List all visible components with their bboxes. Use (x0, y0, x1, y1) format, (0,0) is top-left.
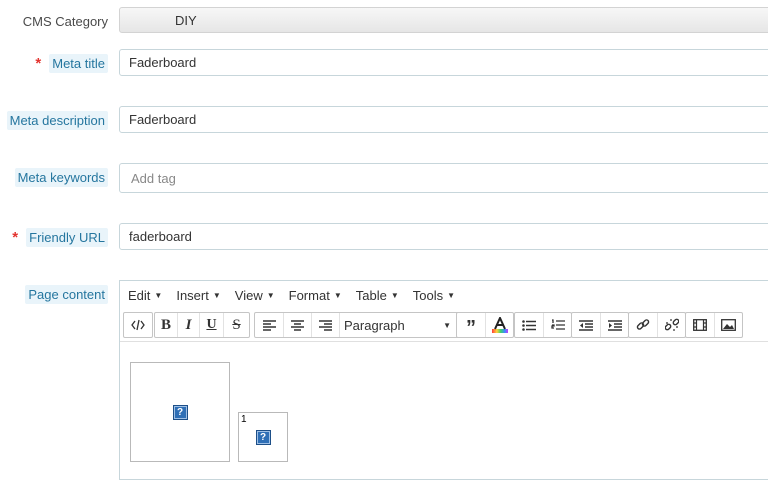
unlink-icon (664, 318, 679, 332)
toolbar-group-code (123, 312, 153, 338)
outdent-button[interactable] (572, 313, 600, 337)
friendly-url-label-text[interactable]: Friendly URL (26, 227, 108, 247)
meta-keywords-label-text[interactable]: Meta keywords (14, 167, 108, 187)
align-right-icon (319, 319, 332, 331)
italic-icon: I (185, 316, 192, 333)
menu-table[interactable]: Table ▼ (356, 288, 399, 303)
toolbar-group-quote: ” (456, 312, 514, 338)
table-cell-text: 1 (241, 414, 247, 425)
toolbar-group-links (628, 312, 686, 338)
bullet-list-button[interactable] (515, 313, 543, 337)
menu-insert-label: Insert (176, 288, 209, 303)
meta-description-input[interactable]: Faderboard (119, 106, 768, 133)
menu-edit-label: Edit (128, 288, 151, 303)
underline-button[interactable]: U (199, 313, 223, 337)
cms-category-label-text: CMS Category (22, 13, 108, 29)
broken-image-placeholder[interactable]: ? (130, 362, 230, 462)
toolbar-group-align: Paragraph ▼ (254, 312, 460, 338)
source-code-button[interactable] (124, 313, 152, 337)
caret-down-icon: ▼ (443, 320, 451, 330)
editor-content[interactable]: ? 1 ? (120, 342, 768, 479)
media-button[interactable] (686, 313, 714, 337)
menu-tools[interactable]: Tools ▼ (413, 288, 455, 303)
broken-image-icon: ? (255, 429, 271, 445)
strikethrough-button[interactable]: S (223, 313, 249, 337)
numbered-list-icon (550, 319, 565, 331)
bullet-list-icon (522, 319, 536, 331)
friendly-url-value: faderboard (129, 229, 192, 244)
meta-keywords-input[interactable]: Add tag (119, 163, 768, 193)
image-icon (721, 319, 736, 331)
meta-description-label: Meta description (6, 109, 108, 131)
outdent-icon (579, 319, 593, 331)
bold-button[interactable]: B (155, 313, 177, 337)
page-content-label: Page content (25, 283, 108, 305)
numbered-list-button[interactable] (543, 313, 571, 337)
blockquote-button[interactable]: ” (457, 313, 485, 339)
indent-button[interactable] (600, 313, 628, 337)
cms-category-value: DIY (175, 12, 197, 28)
block-format-value: Paragraph (344, 317, 405, 333)
align-center-icon (291, 319, 304, 331)
strikethrough-icon: S (232, 316, 241, 333)
caret-down-icon: ▼ (333, 291, 342, 300)
meta-title-input[interactable]: Faderboard (119, 49, 768, 76)
link-button[interactable] (629, 313, 657, 337)
italic-button[interactable]: I (177, 313, 199, 337)
toolbar-group-lists (514, 312, 572, 338)
cms-category-select[interactable]: DIY (119, 7, 768, 33)
menu-view-label: View (234, 288, 263, 303)
caret-down-icon: ▼ (212, 291, 221, 300)
align-left-icon (262, 319, 276, 331)
media-icon (693, 319, 707, 331)
align-left-button[interactable] (255, 313, 283, 337)
toolbar-group-indent (571, 312, 629, 338)
toolbar-group-media (685, 312, 743, 338)
code-icon (131, 319, 145, 331)
menu-tools-label: Tools (412, 288, 444, 303)
text-color-button[interactable] (485, 313, 513, 337)
rich-text-editor[interactable]: Edit ▼ Insert ▼ View ▼ Format ▼ Table ▼ Tools… (119, 280, 768, 480)
blockquote-icon: ” (466, 317, 476, 339)
menu-view[interactable]: View ▼ (235, 288, 275, 303)
broken-image-icon: ? (172, 404, 188, 420)
bold-icon: B (160, 316, 171, 333)
menu-edit[interactable]: Edit ▼ (128, 288, 162, 303)
caret-down-icon: ▼ (447, 291, 456, 300)
meta-description-label-text[interactable]: Meta description (6, 110, 108, 130)
link-icon (636, 318, 650, 332)
table-cell[interactable]: 1 ? (238, 412, 288, 462)
indent-icon (607, 319, 622, 331)
page-content-label-text[interactable]: Page content (25, 284, 108, 304)
cms-category-label: CMS Category (23, 10, 108, 32)
meta-keywords-placeholder: Add tag (131, 170, 176, 186)
editor-menubar: Edit ▼ Insert ▼ View ▼ Format ▼ Table ▼ Tools… (120, 281, 768, 310)
menu-format-label: Format (288, 288, 330, 303)
toolbar-group-style: B I U S (154, 312, 250, 338)
text-color-icon (491, 317, 508, 333)
menu-format[interactable]: Format ▼ (289, 288, 342, 303)
align-right-button[interactable] (311, 313, 339, 337)
meta-title-value: Faderboard (129, 55, 197, 70)
image-button[interactable] (714, 313, 742, 337)
meta-description-value: Faderboard (129, 112, 197, 127)
underline-icon: U (206, 317, 217, 332)
block-format-select[interactable]: Paragraph ▼ (339, 313, 459, 337)
caret-down-icon: ▼ (266, 291, 275, 300)
friendly-url-label: * Friendly URL (12, 226, 108, 248)
menu-insert[interactable]: Insert ▼ (176, 288, 220, 303)
editor-toolbar: B I U S Paragraph ▼ ” (120, 310, 768, 340)
required-asterisk: * (12, 228, 19, 246)
menu-table-label: Table (355, 288, 387, 303)
meta-keywords-label: Meta keywords (14, 166, 108, 188)
meta-title-label-text[interactable]: Meta title (49, 53, 108, 73)
align-center-button[interactable] (283, 313, 311, 337)
required-asterisk: * (35, 54, 42, 72)
meta-title-label: * Meta title (35, 52, 108, 74)
friendly-url-input[interactable]: faderboard (119, 223, 768, 250)
caret-down-icon: ▼ (154, 291, 163, 300)
caret-down-icon: ▼ (390, 291, 399, 300)
unlink-button[interactable] (657, 313, 685, 337)
